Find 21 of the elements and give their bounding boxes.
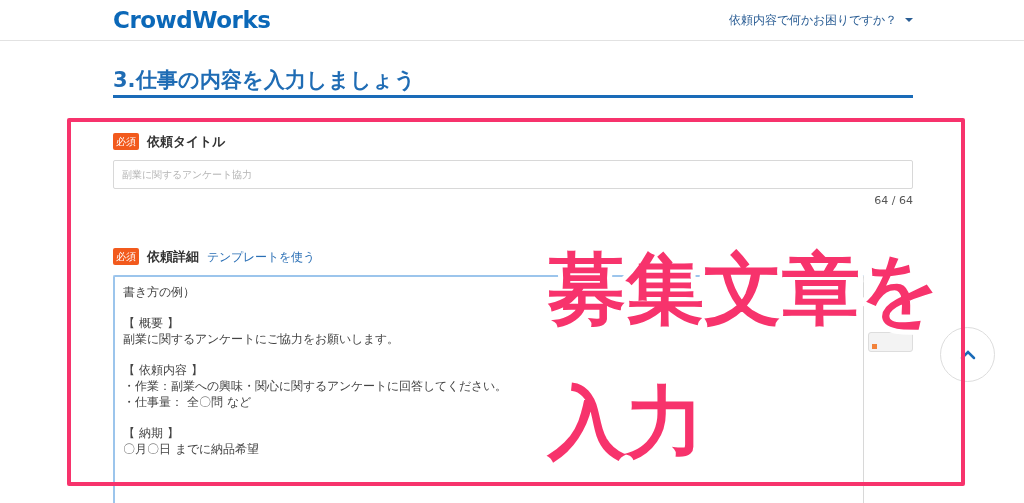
text-line: 書き方の例） <box>123 283 195 300</box>
caret-icon <box>905 18 913 22</box>
template-link[interactable]: テンプレートを使う <box>207 247 315 266</box>
text-line: 【 納期 】 <box>123 424 179 441</box>
annotation-text: 入力 <box>548 380 704 466</box>
required-badge: 必須 <box>113 248 139 266</box>
field-label: 依頼タイトル <box>147 133 225 152</box>
text-line: 【 概要 】 <box>123 314 179 331</box>
field-label: 依頼詳細 <box>147 248 199 267</box>
small-button[interactable] <box>868 331 913 352</box>
text-line: 【 依頼内容 】 <box>123 361 203 378</box>
help-dropdown[interactable]: 依頼内容で何かお困りですか？ <box>729 11 913 29</box>
text-line: 副業に関するアンケートにご協力をお願いします。 <box>123 330 399 347</box>
section-heading: 3.仕事の内容を入力しましょう <box>113 68 913 99</box>
text-line: ・仕事量： 全〇問 など <box>123 393 251 410</box>
site-logo[interactable]: CrowdWorks <box>113 2 271 38</box>
text-line: ・作業：副業への興味・関心に関するアンケートに回答してください。 <box>123 377 507 394</box>
square-mark-icon <box>872 343 878 349</box>
character-counter: 64 / 64 <box>873 192 913 209</box>
text-line: 〇月〇日 までに納品希望 <box>123 440 259 457</box>
required-badge: 必須 <box>113 133 139 151</box>
